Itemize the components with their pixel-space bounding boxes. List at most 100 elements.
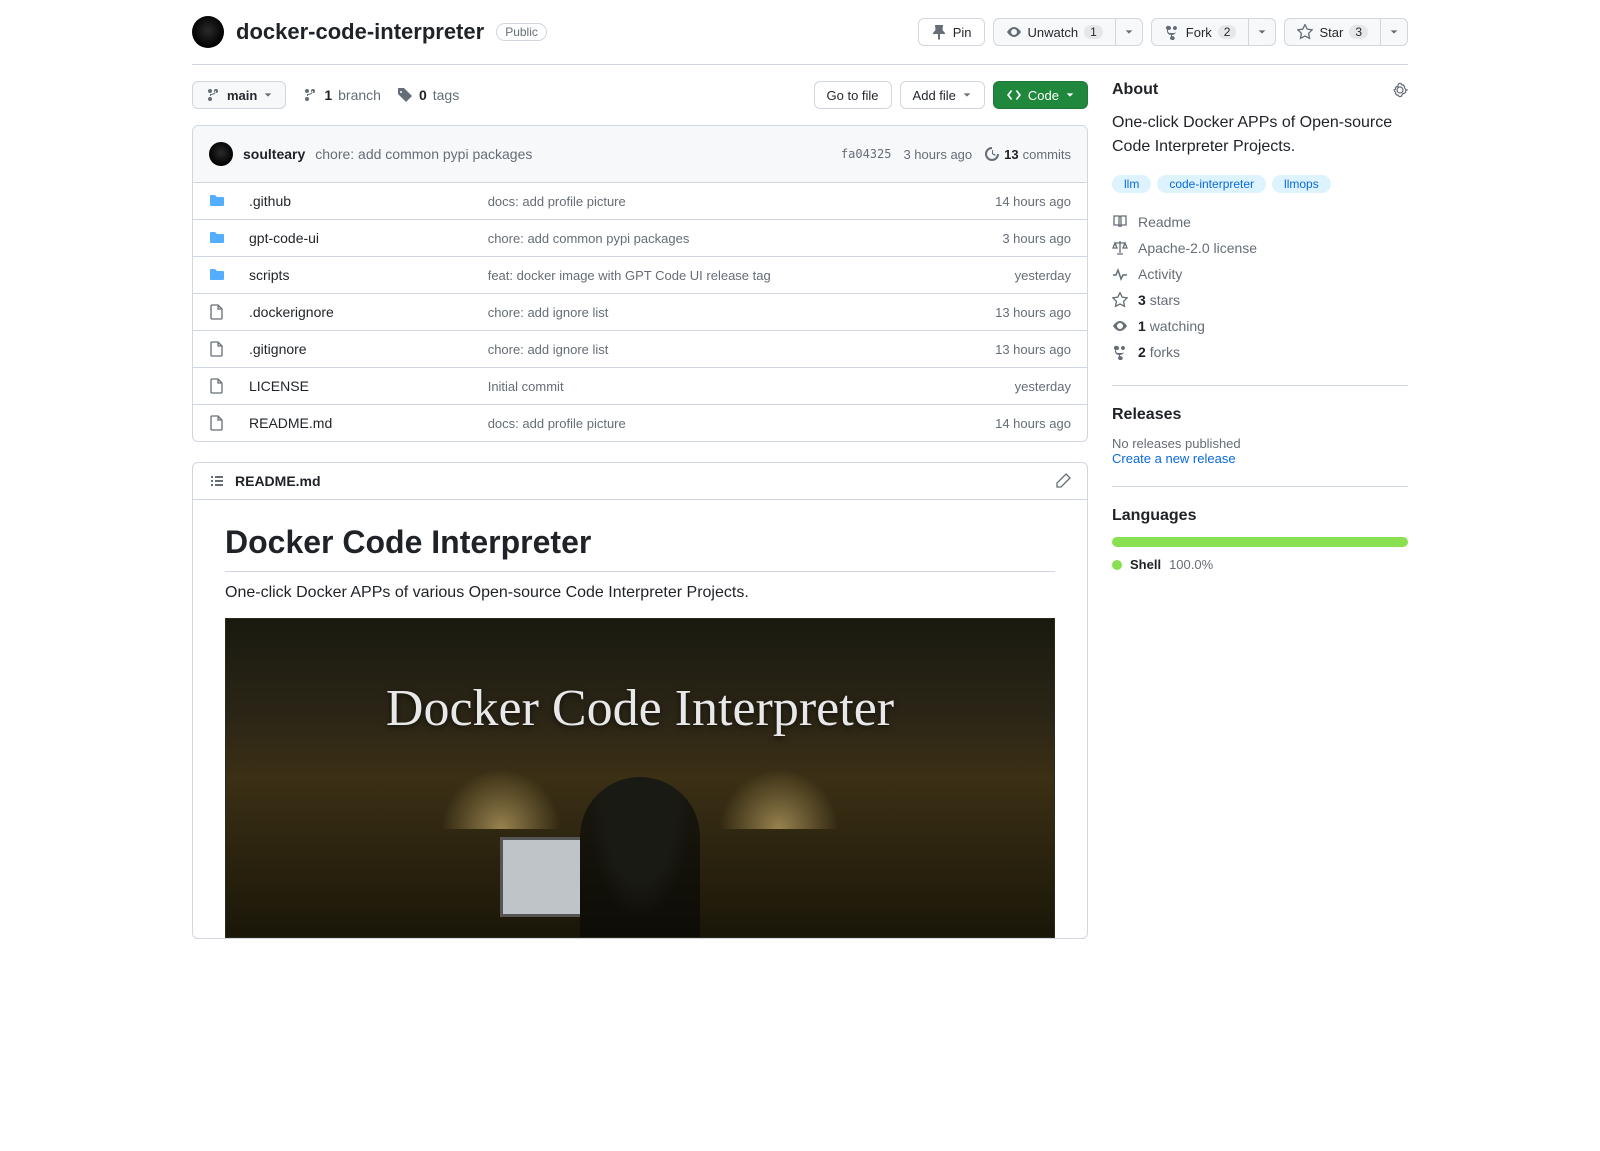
file-name-link[interactable]: .dockerignore (249, 304, 480, 320)
table-row: scripts feat: docker image with GPT Code … (193, 257, 1087, 294)
eye-icon (1112, 318, 1128, 334)
file-commit-msg[interactable]: chore: add ignore list (488, 305, 903, 320)
file-age: 13 hours ago (911, 305, 1071, 320)
file-commit-msg[interactable]: docs: add profile picture (488, 194, 903, 209)
file-commit-msg[interactable]: feat: docker image with GPT Code UI rele… (488, 268, 903, 283)
fork-button[interactable]: Fork 2 (1151, 18, 1250, 46)
folder-icon (209, 267, 241, 283)
file-age: 14 hours ago (911, 194, 1071, 209)
readme-box: README.md Docker Code Interpreter One-cl… (192, 462, 1088, 939)
star-button[interactable]: Star 3 (1284, 18, 1381, 46)
pin-button[interactable]: Pin (918, 18, 985, 46)
topic-tag[interactable]: code-interpreter (1157, 175, 1266, 193)
caret-down-icon (962, 90, 972, 100)
file-icon (209, 304, 241, 320)
repo-name-link[interactable]: docker-code-interpreter (236, 19, 484, 45)
readme-intro: One-click Docker APPs of various Open-so… (225, 584, 1055, 602)
readme-filename[interactable]: README.md (235, 473, 321, 489)
owner-avatar[interactable] (192, 16, 224, 48)
file-icon (209, 341, 241, 357)
caret-down-icon (1065, 90, 1075, 100)
table-row: .dockerignore chore: add ignore list 13 ho… (193, 294, 1087, 331)
languages-title: Languages (1112, 507, 1408, 525)
table-row: gpt-code-ui chore: add common pypi packag… (193, 220, 1087, 257)
star-icon (1297, 24, 1313, 40)
folder-icon (209, 230, 241, 246)
file-name-link[interactable]: .gitignore (249, 341, 480, 357)
tag-icon (397, 87, 413, 103)
readme-heading: Docker Code Interpreter (225, 524, 1055, 572)
visibility-badge: Public (496, 23, 547, 41)
tags-link[interactable]: 0 tags (397, 87, 459, 103)
stars-link[interactable]: 3 stars (1112, 287, 1408, 313)
commit-age: 3 hours ago (903, 147, 972, 162)
activity-link[interactable]: Activity (1112, 261, 1408, 287)
commit-hash-link[interactable]: fa04325 (841, 147, 892, 161)
file-tree-box: soulteary chore: add common pypi package… (192, 125, 1088, 442)
star-icon (1112, 292, 1128, 308)
language-item[interactable]: Shell 100.0% (1112, 557, 1408, 572)
star-count: 3 (1349, 25, 1368, 39)
file-name-link[interactable]: gpt-code-ui (249, 230, 480, 246)
branch-select-button[interactable]: main (192, 81, 286, 109)
releases-none: No releases published (1112, 436, 1408, 451)
table-row: .gitignorechore: add ignore list13 hours… (193, 331, 1087, 368)
file-name-link[interactable]: LICENSE (249, 378, 480, 394)
create-release-link[interactable]: Create a new release (1112, 451, 1408, 466)
releases-title[interactable]: Releases (1112, 406, 1408, 424)
commit-author-avatar[interactable] (209, 142, 233, 166)
fork-count: 2 (1218, 25, 1237, 39)
branch-icon (302, 87, 318, 103)
table-row: LICENSE Initial commit yesterday (193, 368, 1087, 405)
license-link[interactable]: Apache-2.0 license (1112, 235, 1408, 261)
file-icon (209, 415, 241, 431)
hero-text: Docker Code Interpreter (226, 679, 1054, 738)
commits-history-link[interactable]: 13 commits (984, 146, 1071, 162)
file-name-link[interactable]: README.md (249, 415, 480, 431)
file-commit-msg[interactable]: chore: add ignore list (488, 342, 903, 357)
unwatch-menu[interactable] (1116, 18, 1143, 46)
watching-link[interactable]: 1 watching (1112, 313, 1408, 339)
branch-icon (205, 87, 221, 103)
folder-icon (209, 193, 241, 209)
caret-down-icon (1257, 27, 1267, 37)
sidebar: About One-click Docker APPs of Open-sour… (1112, 81, 1408, 572)
table-row: README.mddocs: add profile picture14 hou… (193, 405, 1087, 441)
table-row: .github docs: add profile picture 14 hours… (193, 183, 1087, 220)
unwatch-button[interactable]: Unwatch 1 (993, 18, 1116, 46)
watch-count: 1 (1084, 25, 1103, 39)
readme-link[interactable]: Readme (1112, 209, 1408, 235)
forks-link[interactable]: 2 forks (1112, 339, 1408, 365)
pencil-icon[interactable] (1055, 473, 1071, 489)
about-title: About (1112, 81, 1158, 99)
file-commit-msg[interactable]: docs: add profile picture (488, 416, 903, 431)
add-file-button[interactable]: Add file (900, 81, 985, 109)
go-to-file-button[interactable]: Go to file (814, 81, 892, 109)
file-commit-msg[interactable]: Initial commit (488, 379, 903, 394)
star-menu[interactable] (1381, 18, 1408, 46)
file-age: yesterday (911, 379, 1071, 394)
readme-hero-image: Docker Code Interpreter (225, 618, 1055, 938)
file-name-link[interactable]: .github (249, 193, 480, 209)
file-age: 3 hours ago (911, 231, 1071, 246)
topic-tag[interactable]: llm (1112, 175, 1151, 193)
main-column: main 1 branch 0 tags Go to fil (192, 81, 1088, 939)
repo-header: docker-code-interpreter Public Pin Unwat… (192, 0, 1408, 65)
commit-message-link[interactable]: chore: add common pypi packages (315, 146, 532, 162)
caret-down-icon (1124, 27, 1134, 37)
language-dot-icon (1112, 560, 1122, 570)
pulse-icon (1112, 266, 1128, 282)
file-icon (209, 378, 241, 394)
branches-link[interactable]: 1 branch (302, 87, 381, 103)
gear-icon[interactable] (1392, 82, 1408, 98)
commit-author-link[interactable]: soulteary (243, 146, 305, 162)
fork-menu[interactable] (1249, 18, 1276, 46)
file-name-link[interactable]: scripts (249, 267, 480, 283)
about-description: One-click Docker APPs of Open-source Cod… (1112, 111, 1408, 159)
eye-icon (1006, 24, 1022, 40)
topic-tag[interactable]: llmops (1272, 175, 1331, 193)
law-icon (1112, 240, 1128, 256)
code-button[interactable]: Code (993, 81, 1088, 109)
file-commit-msg[interactable]: chore: add common pypi packages (488, 231, 903, 246)
list-icon[interactable] (209, 473, 225, 489)
